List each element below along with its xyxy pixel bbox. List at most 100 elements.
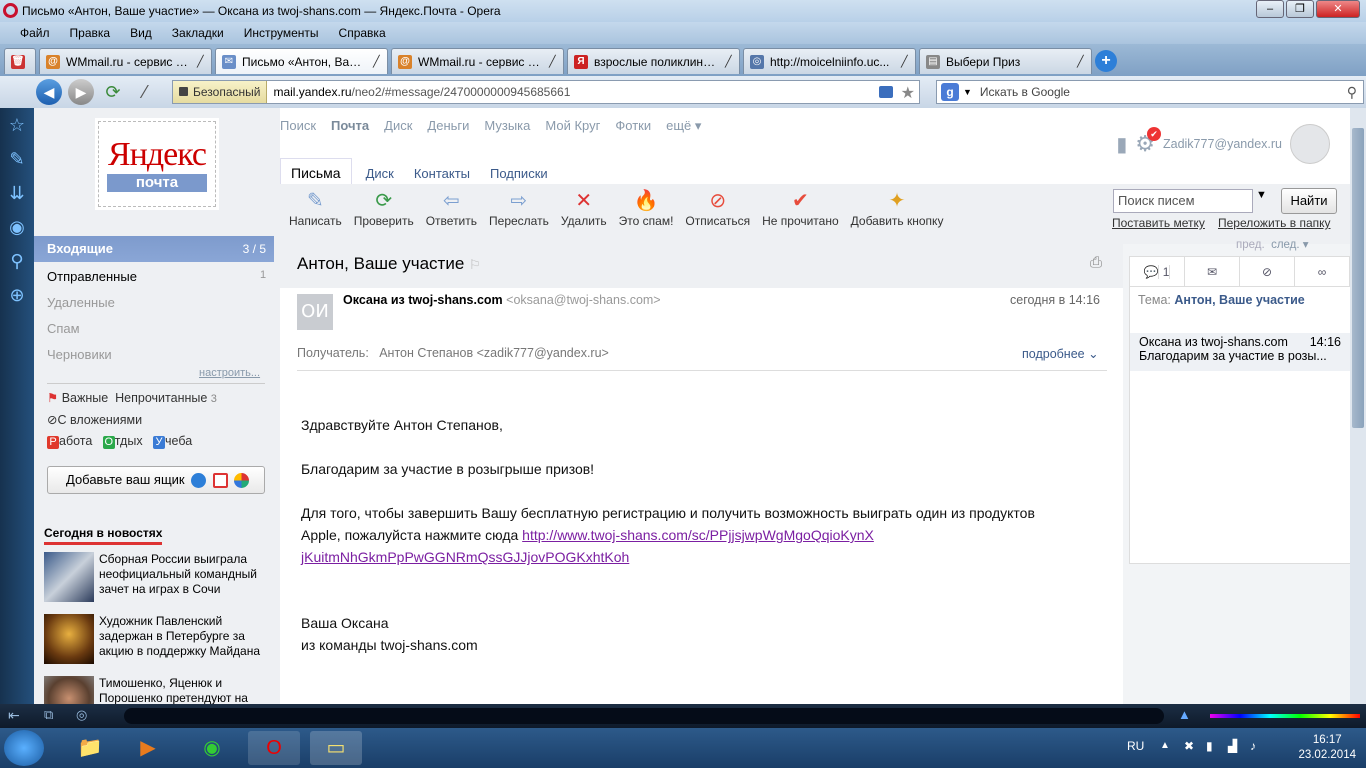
search-field[interactable]: g ▼ Искать в Google ⚲ xyxy=(936,80,1364,104)
new-tab-button[interactable]: + xyxy=(1095,50,1117,72)
network-icon[interactable]: ✖ xyxy=(1184,739,1194,753)
browser-tab[interactable]: Явзрослые поликлинн... ╱ xyxy=(567,48,740,74)
find-button[interactable]: Найти xyxy=(1281,188,1337,214)
bookmark-star-icon[interactable]: ★ xyxy=(901,83,915,103)
nav-money[interactable]: Деньги xyxy=(427,118,469,134)
tab-contacts[interactable]: Контакты xyxy=(404,160,480,187)
nav-photos[interactable]: Фотки xyxy=(615,118,651,134)
search-options-dropdown-icon[interactable]: ▼ xyxy=(1256,189,1267,201)
news-item[interactable]: Художник Павленский задержан в Петербург… xyxy=(44,614,274,670)
search-icon[interactable]: ⚲ xyxy=(1347,84,1357,101)
start-button[interactable] xyxy=(4,730,44,766)
promo-link[interactable]: http://www.twoj-shans.com/sc/PPjjsjwpWgM… xyxy=(522,527,874,543)
promo-link-continued[interactable]: jKuitmNhGkmPpPwGGNRmQssGJJjovPOGKxhtKoh xyxy=(301,549,629,565)
folder-inbox[interactable]: Входящие 3 / 5 xyxy=(34,236,274,262)
unsubscribe-button[interactable]: ⊘ Отписаться xyxy=(682,188,753,228)
maximize-button[interactable]: ❐ xyxy=(1286,0,1314,18)
menu-view[interactable]: Вид xyxy=(120,22,162,44)
label-work[interactable]: Работа xyxy=(47,434,92,449)
set-label-link[interactable]: Поставить метку xyxy=(1112,216,1205,230)
move-to-folder-link[interactable]: Переложить в папку xyxy=(1218,216,1331,230)
browser-tab-active[interactable]: ✉ Письмо «Антон, Ваш... ╱ xyxy=(215,48,388,74)
forward-button[interactable]: ▶ xyxy=(68,79,94,105)
add-panel-icon[interactable]: ⊕ xyxy=(6,284,28,306)
tab-close-icon[interactable]: ╱ xyxy=(373,55,381,68)
next-link[interactable]: след. ▾ xyxy=(1271,239,1308,251)
unite-icon[interactable]: ▲ xyxy=(1178,707,1191,722)
trash-tab[interactable]: 🗑 xyxy=(4,48,36,74)
volume-icon[interactable]: ♪ xyxy=(1250,739,1256,753)
sticky-notes-icon[interactable]: ▭ xyxy=(310,731,362,765)
tray-expand-icon[interactable]: ▲ xyxy=(1160,740,1170,751)
url-text[interactable]: mail.yandex.ru/neo2/#message/24700000009… xyxy=(267,85,570,99)
nav-more[interactable]: ещё ▾ xyxy=(666,118,701,134)
nav-disk[interactable]: Диск xyxy=(384,118,412,134)
add-button-button[interactable]: ✦ Добавить кнопку xyxy=(848,188,947,228)
google-icon[interactable]: g xyxy=(941,83,959,101)
mail-search-input[interactable]: Поиск писем xyxy=(1113,189,1253,213)
turbo-icon[interactable]: ◎ xyxy=(76,707,87,723)
widgets-icon[interactable]: ◉ xyxy=(6,216,28,238)
filter-unread[interactable]: Непрочитанные xyxy=(115,391,207,405)
folder-deleted[interactable]: Удаленные xyxy=(47,295,115,310)
filter-attachments-row[interactable]: ⊘С вложениями xyxy=(47,412,142,427)
menu-edit[interactable]: Правка xyxy=(60,22,121,44)
explorer-icon[interactable]: 📁 xyxy=(64,731,116,765)
reload-icon[interactable]: ⟳ xyxy=(100,79,126,105)
configure-folders-link[interactable]: настроить... xyxy=(199,367,260,379)
browser-tab[interactable]: ◎ http://moicelniinfo.uc... ╱ xyxy=(743,48,916,74)
nav-search[interactable]: Поиск xyxy=(280,118,316,134)
clock[interactable]: 16:17 23.02.2014 xyxy=(1298,733,1356,763)
browser-tab[interactable]: ▤ Выбери Приз ╱ xyxy=(919,48,1092,74)
browser-tab[interactable]: @ WMmail.ru - сервис п... ╱ xyxy=(39,48,212,74)
bookmarks-star-icon[interactable]: ☆ xyxy=(6,114,28,136)
prev-link[interactable]: пред. xyxy=(1236,239,1265,251)
tab-attachments[interactable]: ⊘ xyxy=(1240,257,1295,286)
language-indicator[interactable]: RU xyxy=(1127,739,1144,753)
tab-close-icon[interactable]: ╱ xyxy=(549,55,557,68)
notes-icon[interactable]: ✎ xyxy=(6,148,28,170)
themes-icon[interactable]: ▮ xyxy=(1116,132,1127,157)
details-link[interactable]: подробнее ⌄ xyxy=(1022,346,1099,361)
zoom-slider[interactable] xyxy=(1210,714,1360,718)
close-button[interactable]: ✕ xyxy=(1316,0,1360,18)
nav-moikrug[interactable]: Мой Круг xyxy=(545,118,600,134)
opera-taskbar-icon[interactable]: O xyxy=(248,731,300,765)
reply-button[interactable]: ⇦ Ответить xyxy=(423,188,480,228)
address-bar[interactable]: Безопасный mail.yandex.ru/neo2/#message/… xyxy=(172,80,920,104)
menu-bookmarks[interactable]: Закладки xyxy=(162,22,234,44)
yandex-mail-logo[interactable]: Яндекс почта xyxy=(98,121,216,207)
tab-thread[interactable]: 💬 1 xyxy=(1130,257,1185,286)
menu-file[interactable]: Файл xyxy=(10,22,60,44)
fit-width-icon[interactable]: ⧉ xyxy=(44,707,53,723)
tab-close-icon[interactable]: ╱ xyxy=(901,55,909,68)
tab-close-icon[interactable]: ╱ xyxy=(1077,55,1085,68)
label-rest[interactable]: Отдых xyxy=(102,434,143,449)
search-panel-icon[interactable]: ⚲ xyxy=(6,250,28,272)
print-icon[interactable]: ⎙ xyxy=(1090,254,1102,271)
minimize-button[interactable]: – xyxy=(1256,0,1284,18)
user-email[interactable]: Zadik777@yandex.ru xyxy=(1163,137,1282,151)
tab-subscriptions[interactable]: Подписки xyxy=(480,160,558,187)
flag-outline-icon[interactable]: ⚐ xyxy=(469,257,481,272)
label-study[interactable]: Учеба xyxy=(153,434,192,449)
news-item[interactable]: Сборная России выиграла неофициальный ко… xyxy=(44,552,274,608)
folder-drafts[interactable]: Черновики xyxy=(47,347,112,362)
tab-close-icon[interactable]: ╱ xyxy=(197,55,205,68)
thread-item[interactable]: Оксана из twoj-shans.com 14:16 Благодарим… xyxy=(1130,333,1350,371)
chrome-icon[interactable]: ◉ xyxy=(186,731,238,765)
add-mailbox-button[interactable]: Добавьте ваш ящик xyxy=(47,466,265,494)
news-heading[interactable]: Сегодня в новостях xyxy=(44,526,163,545)
settings-gear-icon[interactable]: ⚙ ✔ xyxy=(1135,127,1161,157)
panel-toggle-icon[interactable]: ⇤ xyxy=(8,707,20,724)
filter-important[interactable]: Важные xyxy=(62,391,109,405)
tab-letters-icon[interactable]: ✉ xyxy=(1185,257,1240,286)
compose-button[interactable]: ✎ Написать xyxy=(286,188,345,228)
forward-mail-button[interactable]: ⇨ Переслать xyxy=(486,188,552,228)
menu-tools[interactable]: Инструменты xyxy=(234,22,329,44)
spam-button[interactable]: 🔥 Это спам! xyxy=(616,188,677,228)
browser-tab[interactable]: @ WMmail.ru - сервис п... ╱ xyxy=(391,48,564,74)
folder-sent[interactable]: Отправленные 1 xyxy=(47,269,266,284)
mark-unread-button[interactable]: ✔ Не прочитано xyxy=(759,188,842,228)
battery-icon[interactable]: ▮ xyxy=(1206,739,1213,753)
